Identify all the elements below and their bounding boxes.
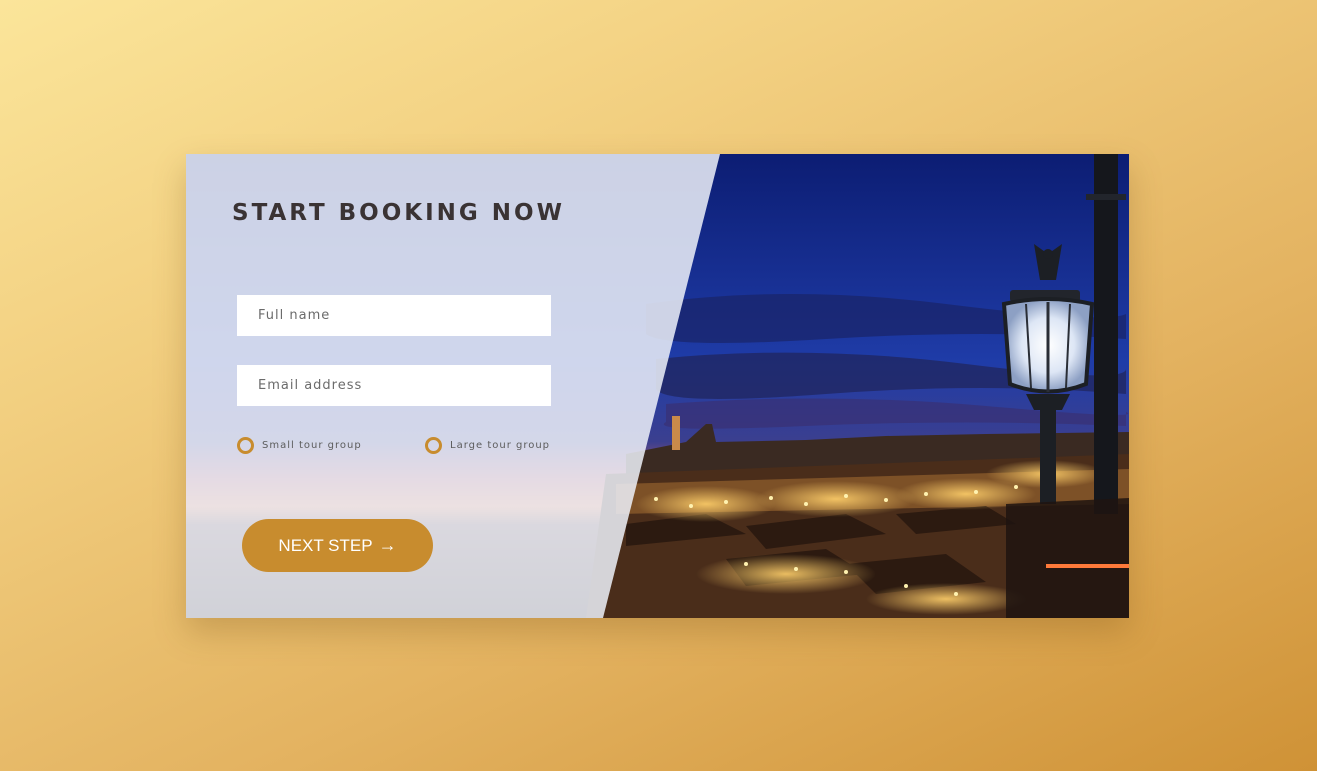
large-tour-group-radio[interactable]: Large tour group xyxy=(425,434,550,456)
full-name-input[interactable] xyxy=(237,295,551,336)
arrow-right-icon: → xyxy=(378,535,397,555)
page-title: START BOOKING NOW xyxy=(232,200,565,226)
radio-label: Large tour group xyxy=(450,439,551,451)
booking-card: START BOOKING NOW Small tour group Large… xyxy=(186,154,1129,618)
next-step-button[interactable]: NEXT STEP → xyxy=(242,519,433,572)
next-step-label: NEXT STEP xyxy=(278,535,373,555)
radio-circle-icon[interactable] xyxy=(237,436,254,454)
small-tour-group-radio[interactable]: Small tour group xyxy=(237,434,362,456)
radio-circle-icon[interactable] xyxy=(425,436,442,454)
email-input[interactable] xyxy=(237,365,551,406)
radio-label: Small tour group xyxy=(262,439,362,451)
